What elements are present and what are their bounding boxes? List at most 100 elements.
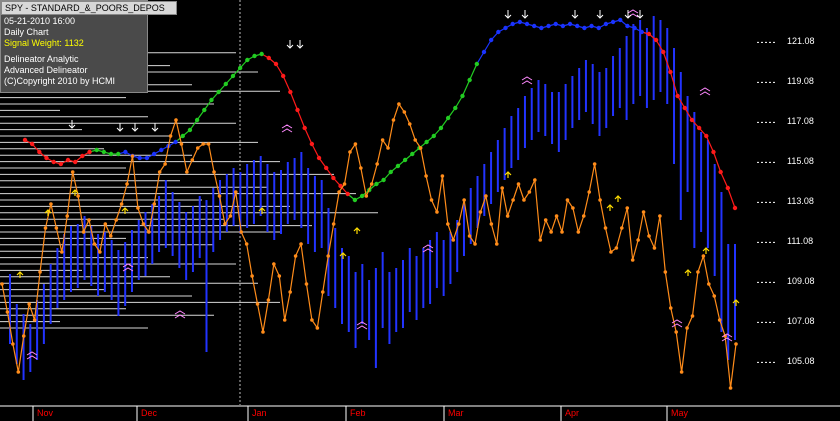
trend-point — [29, 141, 35, 147]
oscillator-point — [527, 190, 532, 194]
trend-point — [58, 161, 64, 167]
oscillator-point — [108, 234, 113, 238]
oscillator-point — [217, 194, 222, 198]
trend-point — [216, 89, 221, 95]
oscillator-point — [647, 234, 651, 238]
trend-segment — [289, 91, 299, 111]
trend-point — [661, 49, 666, 55]
chevron-marker — [26, 351, 38, 360]
trend-point — [144, 155, 150, 161]
trend-point — [374, 181, 379, 187]
trend-point — [223, 81, 229, 87]
oscillator-point — [43, 226, 48, 230]
oscillator-point — [456, 222, 461, 226]
oscillator-point — [625, 206, 630, 210]
signal-arrow — [339, 252, 347, 259]
trend-point — [123, 149, 128, 155]
chevron-marker — [174, 310, 186, 319]
oscillator-point — [168, 134, 173, 138]
oscillator-point — [614, 246, 619, 250]
symbol-info-panel: SPY - STANDARD_&_POORS_DEPOS 05-21-2010 … — [0, 0, 177, 93]
trend-point — [696, 125, 702, 131]
oscillator-point — [179, 142, 184, 146]
trend-point — [273, 61, 279, 67]
chart-period: Daily Chart — [4, 27, 49, 37]
month-label: Jan — [252, 408, 267, 418]
oscillator-point — [543, 218, 548, 222]
trend-point — [467, 77, 472, 83]
trend-point — [345, 191, 350, 197]
signal-arrow — [606, 204, 614, 211]
trend-point — [331, 175, 336, 181]
oscillator-point — [282, 318, 287, 322]
trend-point — [209, 97, 214, 103]
trend-point — [546, 23, 551, 29]
chevron-marker — [521, 76, 533, 85]
oscillator-point — [288, 290, 292, 294]
oscillator-point — [32, 318, 37, 322]
oscillator-point — [185, 170, 189, 174]
trend-point — [453, 105, 458, 111]
oscillator-point — [65, 214, 70, 218]
oscillator-point — [157, 170, 162, 174]
oscillator-point — [49, 202, 53, 206]
trend-point — [80, 153, 85, 159]
signal-arrow — [614, 195, 622, 202]
oscillator-point — [277, 274, 282, 278]
oscillator-point — [592, 162, 597, 166]
trend-point — [266, 55, 272, 61]
oscillator-point — [201, 142, 205, 146]
trend-point — [108, 151, 114, 157]
oscillator-point — [489, 222, 494, 226]
oscillator-point — [103, 222, 108, 226]
signal-arrow — [702, 247, 710, 254]
oscillator-point — [560, 230, 564, 234]
oscillator-point — [603, 226, 608, 230]
oscillator-point — [500, 186, 505, 190]
oscillator-point — [571, 206, 575, 210]
trend-point — [639, 29, 644, 35]
trend-point — [73, 159, 78, 165]
oscillator-point — [147, 230, 151, 234]
trend-point — [94, 147, 99, 153]
trend-point — [675, 93, 680, 99]
trend-point — [252, 53, 257, 59]
price-tick-label: 119.08 — [787, 76, 814, 87]
month-label: Nov — [37, 408, 54, 418]
oscillator-point — [98, 250, 102, 254]
oscillator-point — [250, 274, 254, 278]
signal-arrow — [504, 171, 512, 178]
oscillator-point — [375, 162, 379, 166]
trend-point — [560, 23, 566, 29]
oscillator-point — [92, 242, 97, 246]
top-arrow — [521, 10, 529, 19]
oscillator-point — [348, 150, 352, 154]
trend-point — [646, 31, 652, 37]
price-tick-label: 107.08 — [787, 316, 815, 327]
oscillator-point — [418, 146, 423, 150]
trend-point — [711, 149, 716, 155]
oscillator-point — [119, 202, 124, 206]
oscillator-point — [38, 270, 42, 274]
oscillator-point — [424, 174, 428, 178]
trend-point — [237, 65, 243, 71]
trend-point — [230, 73, 236, 79]
oscillator-point — [565, 198, 570, 202]
trend-point — [682, 105, 687, 111]
oscillator-point — [369, 182, 374, 186]
oscillator-point — [690, 314, 695, 318]
oscillator-point — [353, 142, 358, 146]
trend-point — [438, 125, 444, 131]
oscillator-point — [446, 222, 450, 226]
trend-point — [37, 149, 42, 155]
trend-point — [388, 169, 393, 175]
month-label: Dec — [141, 408, 158, 418]
price-tick-label: 121.08 — [787, 36, 815, 47]
oscillator-point — [734, 342, 738, 346]
oscillator-point — [223, 222, 227, 226]
oscillator-point — [233, 190, 238, 194]
oscillator-point — [81, 230, 86, 234]
oscillator-point — [549, 230, 553, 234]
oscillator-point — [598, 198, 602, 202]
price-tick-label: 111.08 — [787, 236, 814, 247]
